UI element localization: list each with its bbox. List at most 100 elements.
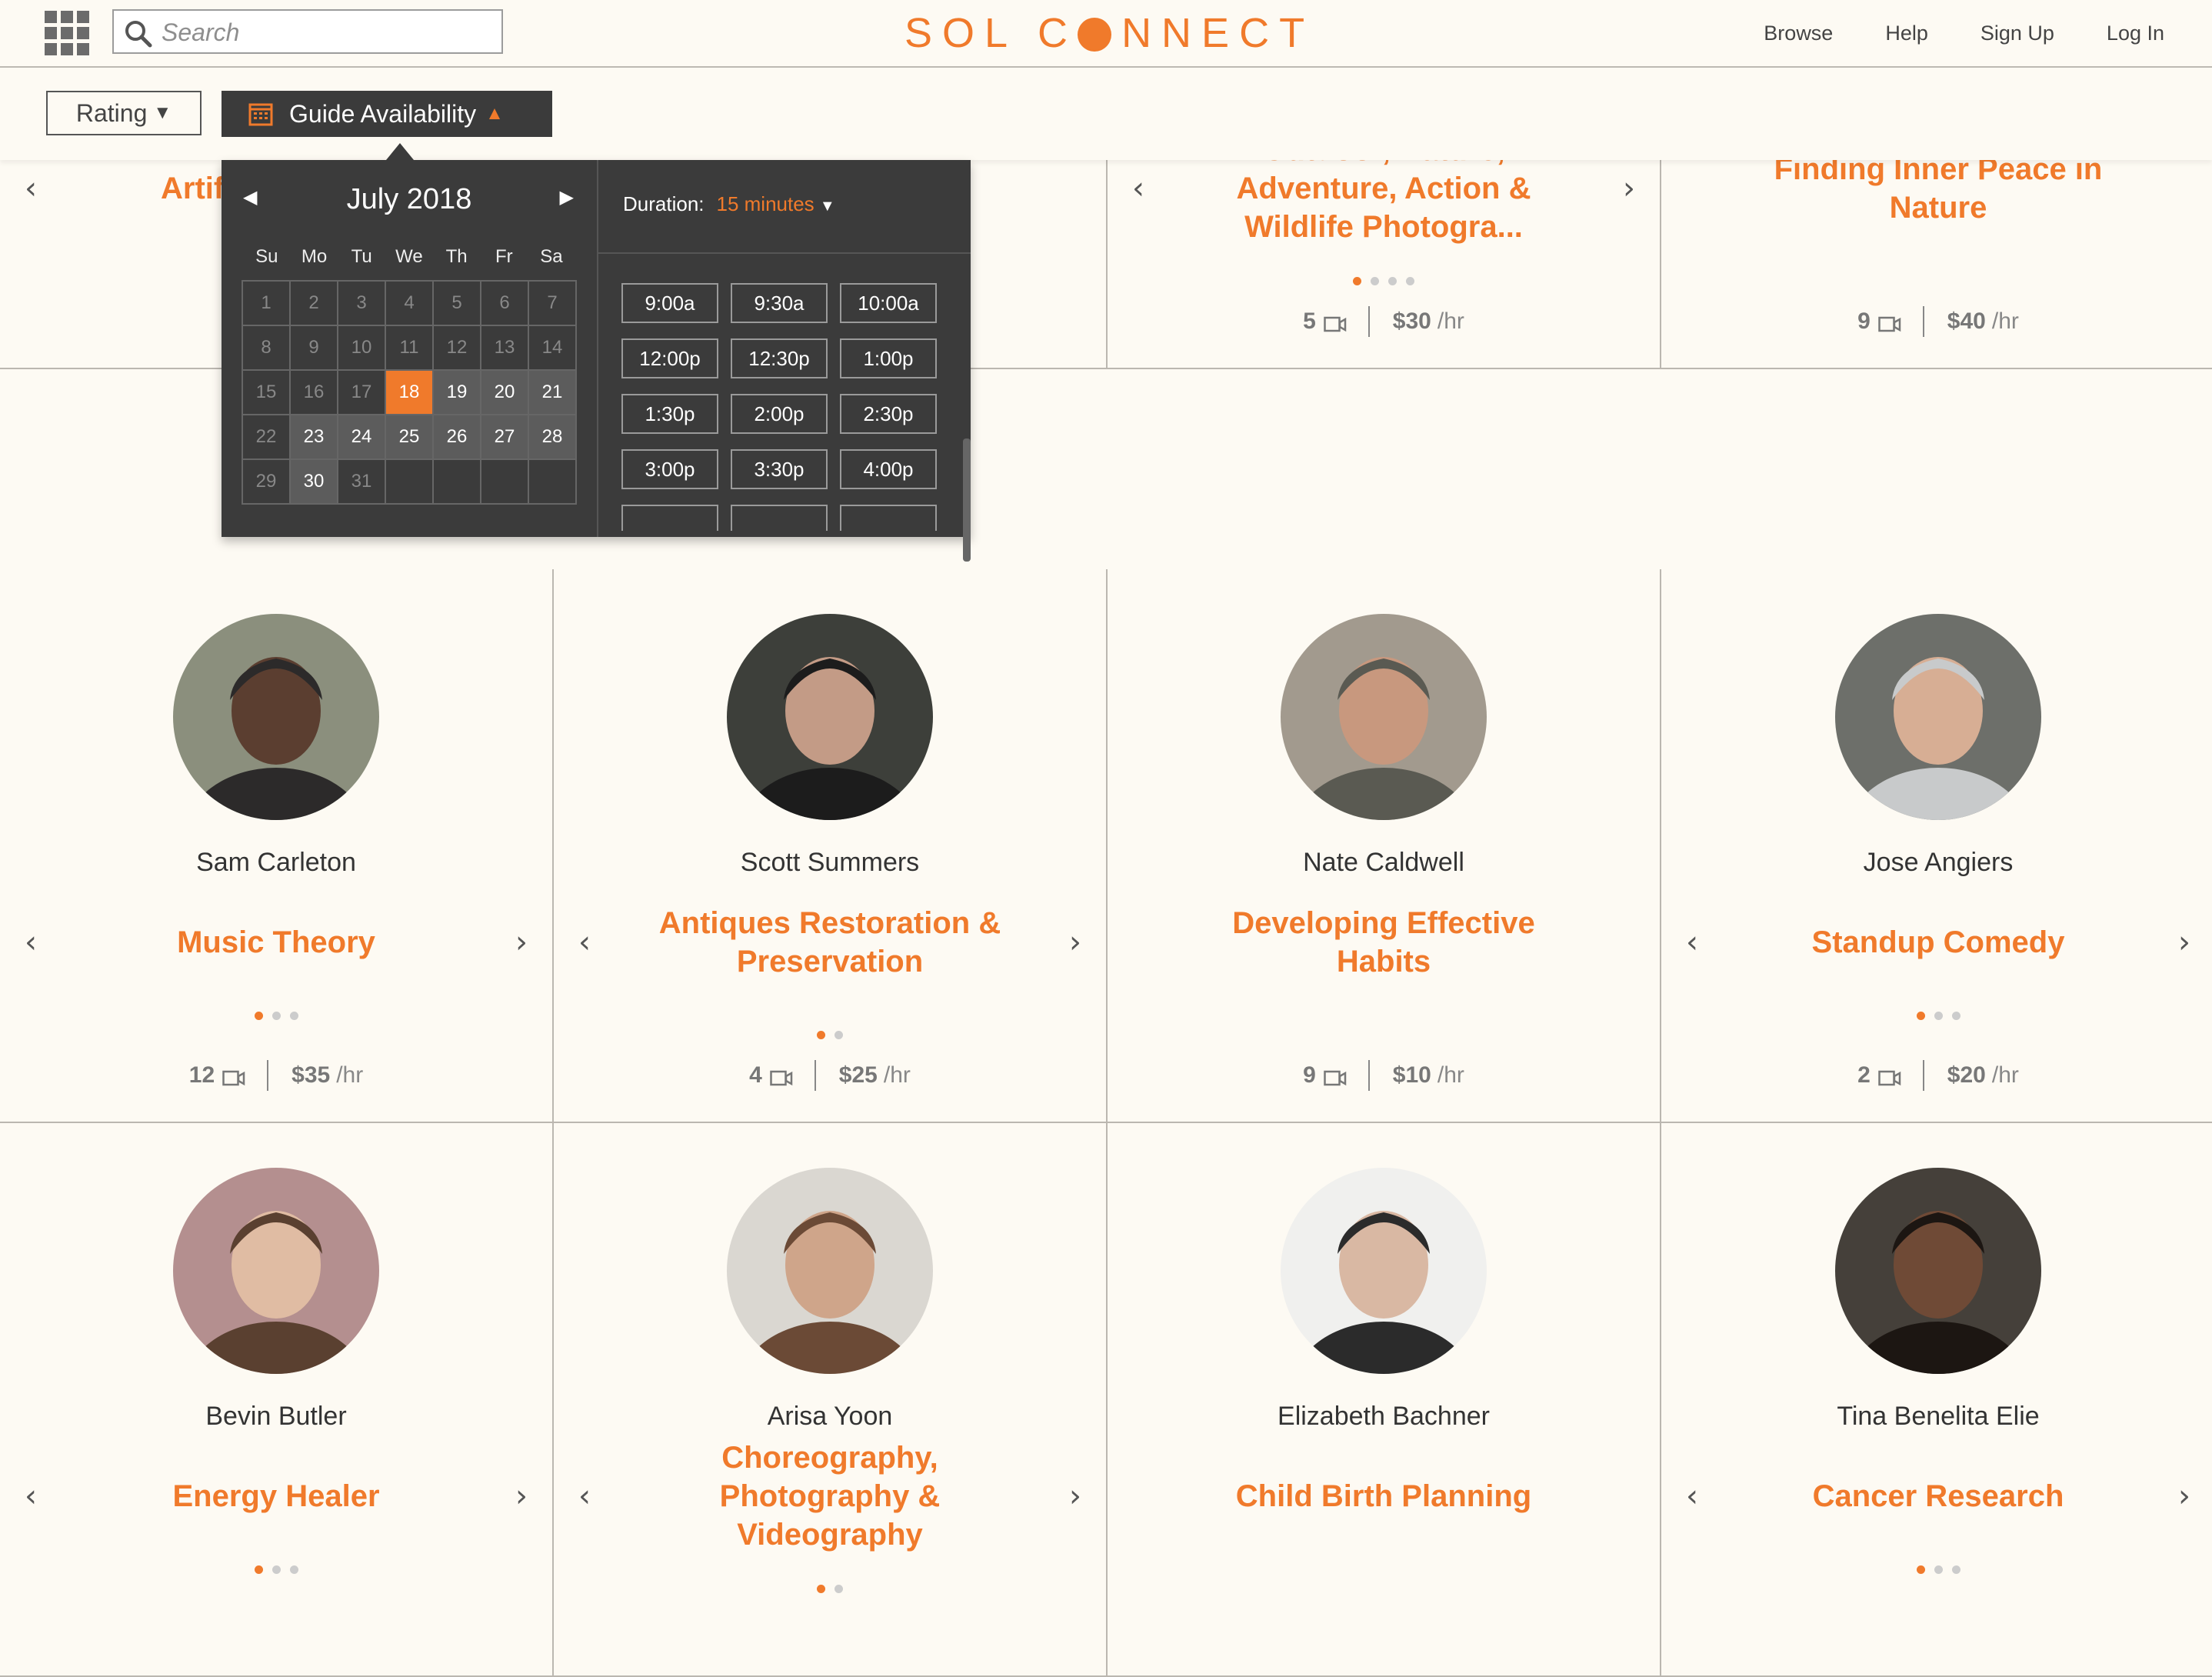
- time-slot-scrollbar[interactable]: [963, 438, 971, 562]
- carousel-dot[interactable]: [289, 1565, 298, 1574]
- guide-topic[interactable]: Standup Comedy: [1746, 877, 2130, 1008]
- nav-browse[interactable]: Browse: [1764, 22, 1833, 45]
- guide-topic[interactable]: Child Birth Planning: [1192, 1431, 1575, 1562]
- chevron-left-icon[interactable]: ‹: [569, 923, 600, 962]
- calendar-day[interactable]: 30: [291, 460, 338, 505]
- carousel-dot[interactable]: [1353, 277, 1361, 285]
- guide-card[interactable]: Scott Summers Antiques Restoration & Pres…: [554, 569, 1108, 1123]
- guide-name[interactable]: Arisa Yoon: [554, 1402, 1106, 1432]
- search-box[interactable]: [112, 9, 503, 54]
- time-slot-button[interactable]: 3:30p: [731, 449, 828, 489]
- time-slot-button[interactable]: [840, 505, 937, 531]
- time-slot-button[interactable]: 4:00p: [840, 449, 937, 489]
- time-slot-button[interactable]: 1:00p: [840, 338, 937, 378]
- calendar-day[interactable]: 27: [481, 415, 529, 460]
- avatar[interactable]: [1281, 614, 1487, 820]
- guide-topic[interactable]: Choreography, Photography & Videography: [638, 1431, 1021, 1562]
- carousel-dot[interactable]: [817, 1585, 825, 1593]
- chevron-left-icon[interactable]: ‹: [1677, 923, 1707, 962]
- chevron-right-icon[interactable]: ›: [506, 923, 537, 962]
- guide-card[interactable]: Elizabeth Bachner Child Birth Planning: [1108, 1123, 1661, 1677]
- nav-help[interactable]: Help: [1885, 22, 1928, 45]
- chevron-right-icon[interactable]: ›: [2169, 923, 2200, 962]
- calendar-day[interactable]: 26: [434, 415, 481, 460]
- calendar-day[interactable]: 21: [529, 371, 577, 415]
- time-slot-button[interactable]: 1:30p: [621, 394, 718, 434]
- guide-card[interactable]: Jose Angiers Standup Comedy ‹ › 2 $20/hr: [1661, 569, 2212, 1123]
- avatar[interactable]: [727, 1168, 933, 1374]
- carousel-dot[interactable]: [1951, 1565, 1960, 1574]
- chevron-left-icon[interactable]: ‹: [1123, 169, 1154, 208]
- carousel-dot[interactable]: [1934, 1565, 1943, 1574]
- guide-name[interactable]: Jose Angiers: [1661, 848, 2212, 878]
- carousel-dot[interactable]: [834, 1585, 843, 1593]
- guide-card[interactable]: Arisa Yoon Choreography, Photography & Vi…: [554, 1123, 1108, 1677]
- chevron-right-icon[interactable]: ›: [1060, 923, 1091, 962]
- carousel-dot[interactable]: [1388, 277, 1397, 285]
- calendar-day[interactable]: 18: [386, 371, 434, 415]
- calendar-day[interactable]: 25: [386, 415, 434, 460]
- avatar[interactable]: [1281, 1168, 1487, 1374]
- time-slot-list[interactable]: 9:00a 9:30a 10:00a 12:00p 12:30p 1:00p 1:30p 2:…: [598, 252, 971, 531]
- guide-availability-button[interactable]: Guide Availability ▲: [222, 91, 552, 137]
- guide-name[interactable]: Scott Summers: [554, 848, 1106, 878]
- time-slot-button[interactable]: [731, 505, 828, 531]
- calendar-day[interactable]: 23: [291, 415, 338, 460]
- guide-name[interactable]: Sam Carleton: [0, 848, 552, 878]
- carousel-dot[interactable]: [272, 1565, 281, 1574]
- chevron-right-icon[interactable]: ›: [506, 1477, 537, 1515]
- carousel-dot[interactable]: [1934, 1012, 1943, 1020]
- avatar[interactable]: [173, 1168, 379, 1374]
- carousel-dot[interactable]: [834, 1031, 843, 1039]
- time-slot-button[interactable]: 2:30p: [840, 394, 937, 434]
- carousel-dot[interactable]: [289, 1012, 298, 1020]
- guide-name[interactable]: Nate Caldwell: [1108, 848, 1660, 878]
- guide-topic[interactable]: Antiques Restoration & Preservation: [638, 877, 1021, 1008]
- chevron-left-icon[interactable]: ‹: [569, 1477, 600, 1515]
- carousel-dot[interactable]: [254, 1012, 263, 1020]
- chevron-right-icon[interactable]: ›: [1060, 1477, 1091, 1515]
- search-input[interactable]: [160, 17, 486, 48]
- chevron-right-icon[interactable]: ›: [1614, 169, 1644, 208]
- guide-card[interactable]: Bevin Butler Energy Healer ‹ ›: [0, 1123, 554, 1677]
- chevron-left-icon[interactable]: ‹: [15, 169, 46, 208]
- logo[interactable]: SOL C NNECT: [904, 8, 1314, 58]
- chevron-right-icon[interactable]: ›: [2169, 1477, 2200, 1515]
- carousel-dot[interactable]: [254, 1565, 263, 1574]
- time-slot-button[interactable]: 10:00a: [840, 283, 937, 323]
- carousel-dot[interactable]: [1916, 1012, 1925, 1020]
- calendar-day[interactable]: 20: [481, 371, 529, 415]
- calendar-day[interactable]: 19: [434, 371, 481, 415]
- guide-name[interactable]: Elizabeth Bachner: [1108, 1402, 1660, 1432]
- avatar[interactable]: [1835, 1168, 2041, 1374]
- guide-name[interactable]: Tina Benelita Elie: [1661, 1402, 2212, 1432]
- carousel-dot[interactable]: [1371, 277, 1379, 285]
- time-slot-button[interactable]: [621, 505, 718, 531]
- avatar[interactable]: [1835, 614, 2041, 820]
- time-slot-button[interactable]: 2:00p: [731, 394, 828, 434]
- next-month-icon[interactable]: ▶: [560, 186, 574, 208]
- carousel-dot[interactable]: [1951, 1012, 1960, 1020]
- nav-log-in[interactable]: Log In: [2107, 22, 2164, 45]
- time-slot-button[interactable]: 12:30p: [731, 338, 828, 378]
- guide-topic[interactable]: Developing Effective Habits: [1192, 877, 1575, 1008]
- guide-topic[interactable]: Cancer Research: [1746, 1431, 2130, 1562]
- chevron-left-icon[interactable]: ‹: [1677, 1477, 1707, 1515]
- time-slot-button[interactable]: 3:00p: [621, 449, 718, 489]
- guide-name[interactable]: Bevin Butler: [0, 1402, 552, 1432]
- calendar-day[interactable]: 24: [338, 415, 386, 460]
- apps-grid-icon[interactable]: [45, 11, 89, 55]
- time-slot-button[interactable]: 9:00a: [621, 283, 718, 323]
- avatar[interactable]: [727, 614, 933, 820]
- time-slot-button[interactable]: 9:30a: [731, 283, 828, 323]
- chevron-left-icon[interactable]: ‹: [15, 1477, 46, 1515]
- chevron-left-icon[interactable]: ‹: [15, 923, 46, 962]
- avatar[interactable]: [173, 614, 379, 820]
- time-slot-button[interactable]: 12:00p: [621, 338, 718, 378]
- carousel-dot[interactable]: [272, 1012, 281, 1020]
- guide-card[interactable]: Sam Carleton Music Theory ‹ › 12 $35/hr: [0, 569, 554, 1123]
- nav-sign-up[interactable]: Sign Up: [1980, 22, 2054, 45]
- guide-card[interactable]: Nate Caldwell Developing Effective Habits…: [1108, 569, 1661, 1123]
- carousel-dot[interactable]: [1916, 1565, 1925, 1574]
- calendar-day[interactable]: 28: [529, 415, 577, 460]
